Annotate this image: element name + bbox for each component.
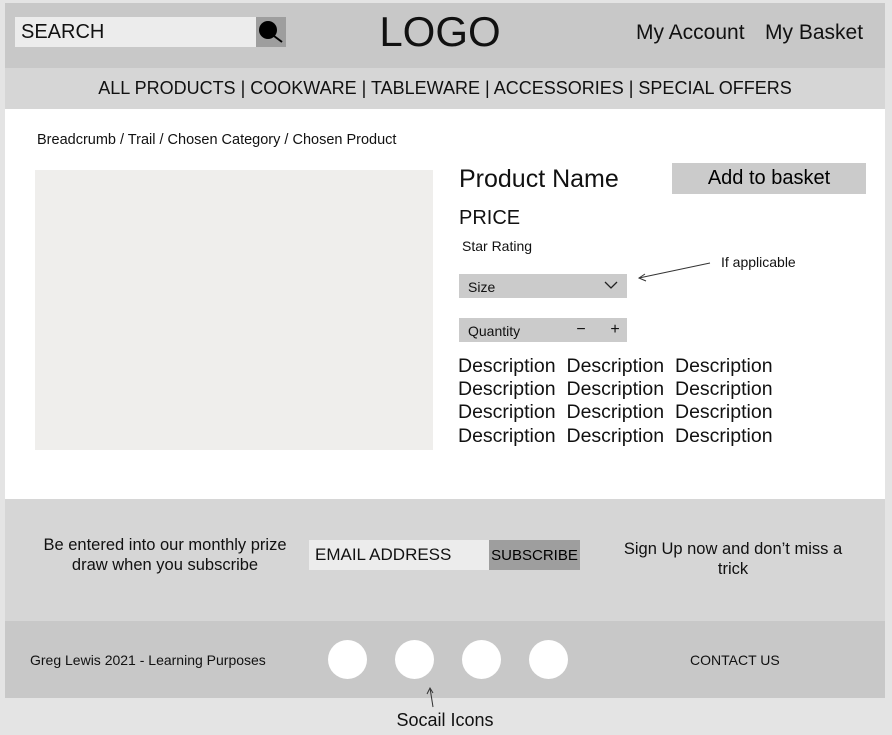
breadcrumb[interactable]: Breadcrumb / Trail / Chosen Category / C… (37, 130, 396, 150)
product-description: Description Description Description Descri… (458, 355, 798, 448)
search-button[interactable] (256, 17, 286, 47)
my-basket-link[interactable]: My Basket (765, 20, 863, 46)
description-row: Description Description Description (458, 378, 798, 401)
search-input[interactable] (15, 17, 256, 47)
social-icon[interactable] (395, 640, 434, 679)
copyright-text: Greg Lewis 2021 - Learning Purposes (30, 652, 266, 668)
product-name: Product Name (459, 165, 619, 193)
product-price: PRICE (459, 207, 521, 229)
main-nav: ALL PRODUCTS | COOKWARE | TABLEWARE | AC… (5, 68, 885, 109)
size-label: Size (468, 279, 496, 295)
description-row: Description Description Description (458, 401, 798, 424)
social-icons-annotation: Socail Icons (396, 710, 494, 730)
description-text: Description (675, 424, 773, 447)
size-select[interactable]: Size (459, 274, 627, 298)
social-icon[interactable] (462, 640, 501, 679)
nav-separator: | (480, 78, 494, 98)
social-icon[interactable] (529, 640, 568, 679)
description-text: Description (458, 424, 556, 447)
signup-text: Sign Up now and don’t miss a trick (623, 540, 843, 578)
description-text: Description (458, 355, 556, 377)
description-text: Description (566, 401, 665, 424)
quantity-label: Quantity (468, 323, 521, 339)
newsletter-promo-text: Be entered into our monthly prize draw w… (43, 536, 287, 574)
nav-row: ALL PRODUCTS | COOKWARE | TABLEWARE | AC… (5, 76, 885, 100)
quantity-stepper[interactable]: Quantity − + (459, 318, 627, 342)
quantity-decrease-button[interactable]: − (573, 319, 589, 341)
my-account-link[interactable]: My Account (636, 20, 745, 46)
description-text: Description (675, 355, 773, 377)
quantity-increase-button[interactable]: + (607, 319, 623, 341)
description-text: Description (458, 378, 556, 401)
description-text: Description (566, 355, 665, 377)
logo[interactable]: LOGO (340, 6, 540, 58)
description-text: Description (675, 401, 773, 424)
chevron-down-icon (604, 281, 618, 289)
add-to-basket-button[interactable]: Add to basket (672, 163, 866, 194)
product-image[interactable] (35, 170, 433, 450)
nav-accessories[interactable]: ACCESSORIES (494, 78, 624, 98)
nav-cookware[interactable]: COOKWARE (250, 78, 356, 98)
email-field[interactable] (309, 540, 489, 570)
size-annotation: If applicable (721, 254, 796, 270)
nav-special-offers[interactable]: SPECIAL OFFERS (638, 78, 791, 98)
nav-separator: | (235, 78, 251, 98)
social-icon[interactable] (328, 640, 367, 679)
contact-us-link[interactable]: CONTACT US (690, 651, 780, 669)
nav-tableware[interactable]: TABLEWARE (371, 78, 480, 98)
description-text: Description (458, 401, 556, 424)
subscribe-button[interactable]: SUBSCRIBE (489, 540, 580, 570)
description-row: Description Description Description (458, 425, 798, 448)
search-icon (259, 21, 283, 43)
description-text: Description (566, 424, 665, 447)
nav-all-products[interactable]: ALL PRODUCTS (98, 78, 235, 98)
nav-separator: | (623, 78, 639, 98)
description-text: Description (566, 378, 665, 401)
description-text: Description (675, 378, 773, 401)
description-row: Description Description Description (458, 355, 798, 378)
nav-separator: | (356, 78, 371, 98)
star-rating: Star Rating (462, 238, 533, 254)
